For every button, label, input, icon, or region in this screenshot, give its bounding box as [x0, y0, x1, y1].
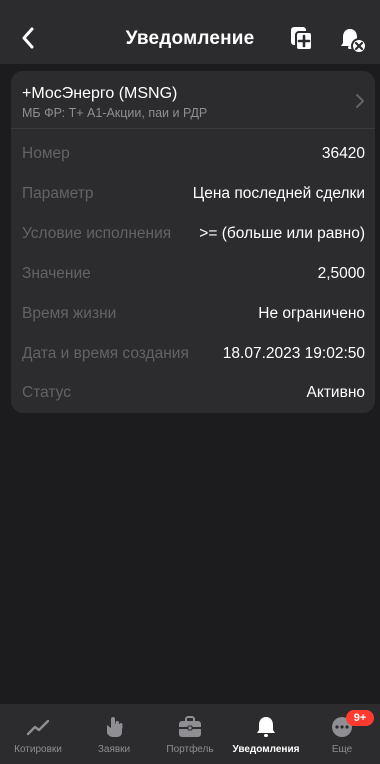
- page-title: Уведомление: [125, 28, 255, 49]
- tab-orders[interactable]: Заявки: [76, 704, 152, 764]
- detail-row-created: Дата и время создания 18.07.2023 19:02:5…: [22, 334, 365, 374]
- copy-notification-button[interactable]: [290, 26, 314, 52]
- detail-row-lifetime: Время жизни Не ограничено: [22, 294, 365, 334]
- more-badge: 9+: [346, 710, 374, 726]
- detail-value: Не ограничено: [258, 305, 365, 322]
- tab-label: Заявки: [97, 744, 131, 755]
- detail-label: Дата и время создания: [22, 345, 189, 362]
- instrument-market: МБ ФР: Т+ А1-Акции, паи и РДР: [22, 106, 208, 120]
- tab-label: Уведомления: [232, 744, 300, 755]
- detail-row-condition: Условие исполнения >= (больше или равно): [22, 214, 365, 254]
- tab-label: Еще: [331, 744, 353, 755]
- detail-row-value: Значение 2,5000: [22, 254, 365, 294]
- notification-screen: Уведомление +МосЭнерго (MSNG) МБ ФР: Т+ …: [0, 0, 380, 764]
- hand-pointer-icon: [107, 717, 123, 737]
- detail-label: Условие исполнения: [22, 225, 172, 242]
- detail-value: 18.07.2023 19:02:50: [222, 345, 365, 362]
- detail-label: Номер: [22, 145, 70, 162]
- instrument-row[interactable]: +МосЭнерго (MSNG) МБ ФР: Т+ А1-Акции, па…: [11, 71, 375, 127]
- detail-label: Значение: [22, 265, 91, 282]
- tab-quotes[interactable]: Котировки: [0, 704, 76, 764]
- instrument-name: +МосЭнерго (MSNG): [22, 85, 178, 102]
- detail-row-number: Номер 36420: [22, 134, 365, 174]
- delete-notification-button[interactable]: [339, 26, 367, 54]
- chart-line-icon: [26, 719, 50, 736]
- detail-value: >= (больше или равно): [199, 225, 365, 242]
- detail-row-parameter: Параметр Цена последней сделки: [22, 174, 365, 214]
- tab-label: Портфель: [166, 744, 214, 755]
- bell-off-icon: [341, 29, 367, 54]
- tab-notifications[interactable]: Уведомления: [228, 704, 304, 764]
- status-value: Активно: [306, 384, 365, 401]
- copy-add-icon: [291, 27, 313, 51]
- detail-value: Цена последней сделки: [192, 185, 365, 202]
- header-bar: Уведомление: [0, 0, 380, 64]
- tab-more[interactable]: 9+ Еще: [304, 704, 380, 764]
- divider: [11, 128, 375, 129]
- detail-value: 36420: [321, 145, 365, 162]
- briefcase-icon: [179, 716, 201, 737]
- detail-label: Время жизни: [22, 305, 117, 322]
- tab-label: Котировки: [14, 744, 62, 755]
- bottom-tab-bar: Котировки Заявки Портфель Уведомления 9+…: [0, 704, 380, 764]
- bell-icon: [257, 717, 275, 737]
- detail-value: 2,5000: [317, 265, 365, 282]
- chevron-right-icon: [356, 94, 364, 108]
- notification-card: +МосЭнерго (MSNG) МБ ФР: Т+ А1-Акции, па…: [11, 71, 375, 413]
- detail-label: Параметр: [22, 185, 94, 202]
- tab-portfolio[interactable]: Портфель: [152, 704, 228, 764]
- detail-row-status: Статус Активно: [22, 373, 365, 413]
- detail-label: Статус: [22, 384, 71, 401]
